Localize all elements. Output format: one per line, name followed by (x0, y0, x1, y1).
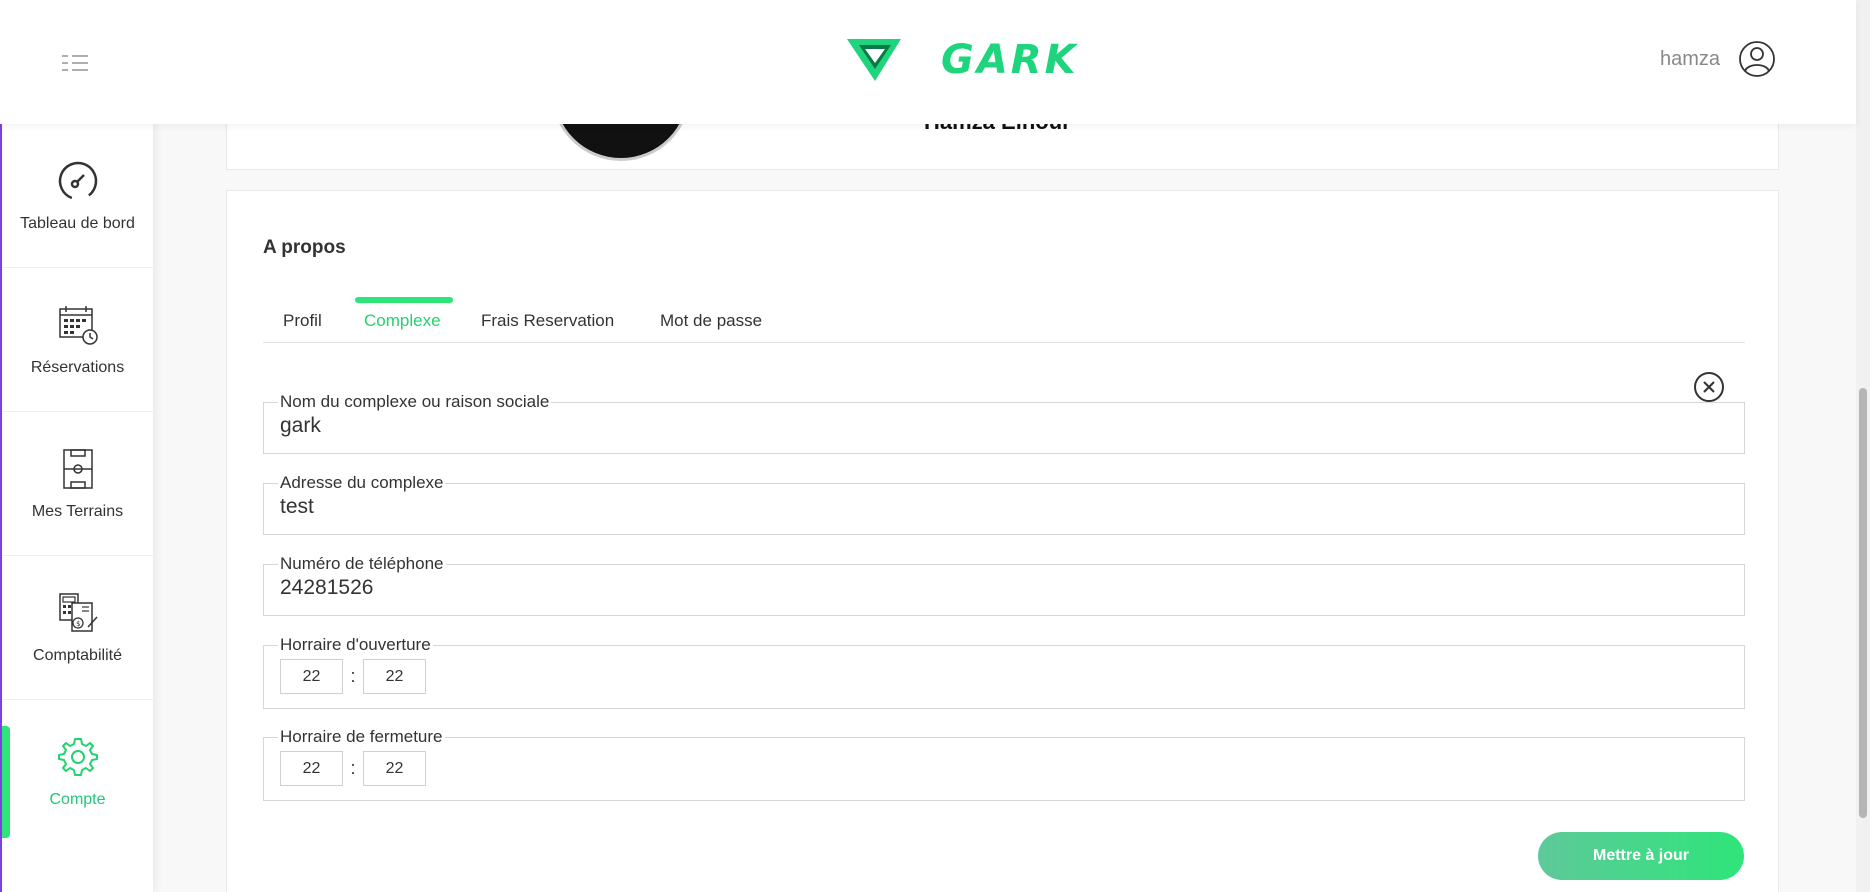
opening-hours-input[interactable]: 22 (280, 659, 343, 694)
time-picker: 22 : 22 (280, 751, 1728, 786)
gear-icon (56, 735, 100, 779)
football-field-icon (56, 447, 100, 491)
scrollbar-thumb[interactable] (1859, 388, 1867, 818)
closing-minutes-input[interactable]: 22 (363, 751, 426, 786)
field-label: Horraire de fermeture (280, 727, 443, 746)
field-label: Numéro de téléphone (280, 554, 444, 573)
complex-name-field[interactable]: Nom du complexe ou raison sociale gark (263, 392, 1745, 454)
active-tab-indicator (355, 297, 453, 303)
tab-bar: Profil Complexe Frais Reservation Mot de… (263, 297, 1745, 343)
menu-toggle-button[interactable] (60, 54, 90, 72)
calendar-clock-icon (56, 303, 100, 347)
closing-hours-field: Horraire de fermeture 22 : 22 (263, 727, 1745, 801)
user-menu[interactable]: hamza (1660, 40, 1776, 78)
sidebar: Tableau de bord Réservations Mes Terrain… (0, 0, 153, 892)
logo-icon (847, 39, 901, 81)
user-name: hamza (1659, 47, 1720, 70)
tab-complexe[interactable]: Complexe (364, 311, 441, 331)
phone-field[interactable]: Numéro de téléphone 24281526 (263, 554, 1745, 616)
sidebar-item-label: Mes Terrains (31, 502, 124, 520)
sidebar-item-terrains[interactable]: Mes Terrains (2, 412, 153, 556)
section-title: A propos (263, 237, 346, 258)
tab-profil[interactable]: Profil (283, 311, 322, 331)
brand-logo[interactable]: GARK (845, 34, 1079, 86)
sidebar-item-label: Comptabilité (33, 646, 122, 664)
sidebar-item-comptabilite[interactable]: $ Comptabilité (2, 556, 153, 700)
tab-frais-reservation[interactable]: Frais Reservation (481, 311, 614, 331)
time-separator: : (350, 758, 356, 778)
tab-mot-de-passe[interactable]: Mot de passe (660, 311, 762, 331)
opening-minutes-input[interactable]: 22 (363, 659, 426, 694)
accounting-icon: $ (56, 591, 100, 635)
about-card: A propos Profil Complexe Frais Reservati… (226, 190, 1779, 892)
svg-text:$: $ (76, 620, 80, 628)
brand-name: GARK (941, 37, 1079, 83)
time-separator: : (350, 666, 356, 686)
opening-hours-field: Horraire d'ouverture 22 : 22 (263, 635, 1745, 709)
sidebar-item-dashboard[interactable]: Tableau de bord (2, 124, 153, 268)
phone-input[interactable]: 24281526 (280, 576, 1728, 600)
field-label: Adresse du complexe (280, 473, 444, 492)
complex-address-input[interactable]: test (280, 495, 1728, 519)
sidebar-item-label: Réservations (30, 358, 125, 376)
update-button[interactable]: Mettre à jour (1538, 832, 1744, 880)
complex-address-field[interactable]: Adresse du complexe test (263, 473, 1745, 535)
dashboard-gauge-icon (56, 159, 100, 203)
field-label: Horraire d'ouverture (280, 635, 431, 654)
closing-hours-input[interactable]: 22 (280, 751, 343, 786)
time-picker: 22 : 22 (280, 659, 1728, 694)
field-label: Nom du complexe ou raison sociale (280, 392, 550, 411)
sidebar-item-label: Tableau de bord (20, 214, 135, 232)
menu-icon (62, 55, 88, 71)
user-avatar-icon (1739, 41, 1775, 77)
top-header: GARK hamza (0, 0, 1856, 124)
sidebar-item-compte[interactable]: Compte (2, 700, 153, 844)
complex-name-input[interactable]: gark (280, 414, 1728, 438)
sidebar-item-label: Compte (49, 791, 106, 808)
sidebar-item-reservations[interactable]: Réservations (2, 268, 153, 412)
